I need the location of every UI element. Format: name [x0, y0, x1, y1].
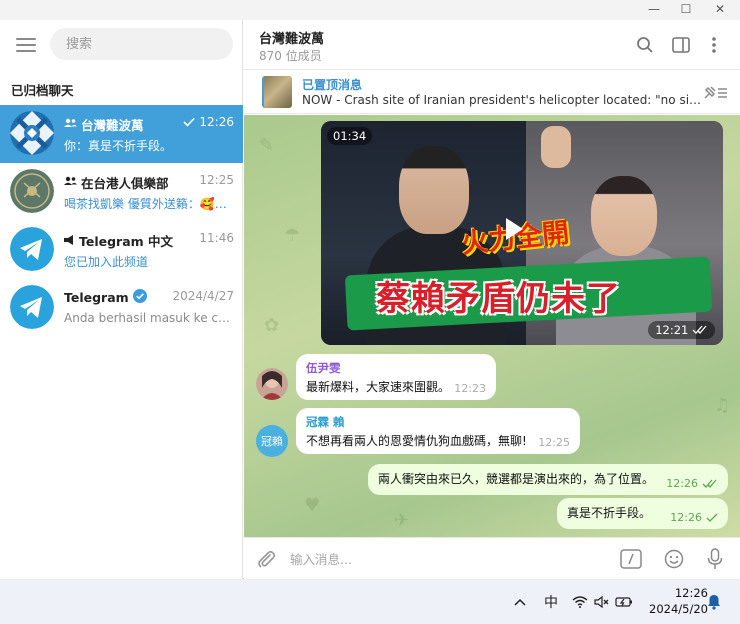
video-timestamp: 12:21 [648, 321, 715, 339]
emoji-icon[interactable] [662, 547, 686, 571]
chat-header[interactable]: 台灣難波萬 870 位成员 [244, 20, 740, 70]
outgoing-message-bubble[interactable]: 真是不折手段。 12:26 [557, 498, 728, 529]
system-clock[interactable]: 12:26 2024/5/20 [640, 585, 708, 617]
chat-title: 台灣難波萬 [259, 32, 325, 47]
doodle-icon: ☂ [284, 225, 301, 246]
message-sender[interactable]: 伍尹雯 [306, 360, 486, 376]
chat-item-telegram-zh[interactable]: Telegram 中文 11:46 您已加入此频道 [0, 221, 243, 279]
message-time: 12:26 [666, 477, 718, 490]
doodle-icon: ♥ [304, 495, 321, 516]
video-message[interactable]: 火力全開 蔡賴矛盾仍未了 01:34 12:21 [321, 121, 723, 345]
chat-preview: 喝茶找凱樂 優質外送籟：🥰gz... [64, 197, 234, 211]
pin-list-icon[interactable] [702, 83, 728, 101]
pinned-text: NOW - Crash site of Iranian president's … [302, 93, 702, 107]
chat-name: 台灣難波萬 [64, 115, 144, 134]
double-check-icon [692, 323, 708, 337]
outgoing-message-bubble[interactable]: 兩人衝突由來已久，競選都是演出來的，為了位置。 12:26 [368, 464, 728, 495]
message-sender[interactable]: 冠霖 賴 [306, 414, 570, 430]
chat-time: 11:46 [199, 231, 234, 245]
double-check-icon [702, 479, 717, 488]
megaphone-icon [64, 233, 75, 248]
chat-item-taiwan-nanbowan[interactable]: 台灣難波萬 12:26 你：真是不折手段。 [0, 105, 243, 163]
video-person [591, 176, 657, 256]
chat-item-hk-club[interactable]: 在台港人俱樂部 12:25 喝茶找凱樂 優質外送籟：🥰gz... [0, 163, 243, 221]
sidebar: 已归档聊天 台灣難波萬 12:26 [0, 20, 243, 579]
play-icon[interactable] [506, 218, 523, 240]
doodle-icon: ♫ [714, 395, 731, 416]
chat-name: Telegram [64, 289, 147, 306]
doodle-icon: ✿ [264, 315, 280, 336]
video-caption-main: 蔡賴矛盾仍未了 [376, 279, 621, 319]
telegram-logo-icon [10, 227, 54, 271]
chat-time: 12:25 [199, 173, 234, 187]
search-icon[interactable] [633, 33, 657, 57]
sender-avatar[interactable]: 冠賴 [256, 425, 288, 457]
pinned-title: 已置顶消息 [302, 78, 363, 92]
chat-item-telegram[interactable]: Telegram 2024/4/27 Anda berhasil masuk k… [0, 279, 243, 337]
battery-charging-icon[interactable] [614, 592, 634, 612]
search-input[interactable] [50, 28, 233, 60]
taskbar: 中 12:26 2024/5/20 [0, 580, 740, 624]
verified-badge-icon [132, 289, 147, 306]
window-titlebar: — ☐ ✕ [0, 0, 740, 20]
volume-muted-icon[interactable] [592, 592, 612, 612]
message-bubble[interactable]: 冠霖 賴 不想再看兩人的恩愛情仇狗血戲碼，無聊! 12:25 [296, 408, 580, 454]
chat-name: 在台港人俱樂部 [64, 173, 169, 192]
message-list[interactable]: ✎ ☂ ✿ ♫ ☀ ✈ ♥ 火力全開 蔡賴矛盾仍未了 01:34 [244, 115, 740, 537]
chat-avatar [10, 169, 54, 213]
message-bubble[interactable]: 伍尹雯 最新爆料，大家速來圍觀。 12:23 [296, 354, 496, 400]
group-icon [64, 176, 77, 189]
maximize-button[interactable]: ☐ [672, 0, 700, 18]
chat-preview: Anda berhasil masuk ke cap... [64, 311, 234, 325]
member-count: 870 位成员 [259, 49, 322, 63]
doodle-icon: ✈ [394, 510, 410, 531]
chat-time: 2024/4/27 [172, 289, 234, 303]
sender-avatar[interactable] [256, 368, 288, 400]
chat-avatar [10, 111, 54, 155]
clock-date: 2024/5/20 [649, 602, 708, 616]
bot-commands-icon[interactable] [619, 547, 643, 571]
close-button[interactable]: ✕ [706, 0, 734, 18]
doodle-icon: ✎ [259, 135, 275, 156]
message-input[interactable] [290, 548, 590, 570]
message-time: 12:23 [454, 382, 486, 395]
chat-name: Telegram 中文 [64, 231, 173, 250]
telegram-logo-icon [10, 285, 54, 329]
wifi-icon[interactable] [570, 592, 590, 612]
chat-preview: 你：真是不折手段。 [64, 139, 173, 153]
check-icon [706, 513, 718, 522]
more-options-icon[interactable] [702, 33, 726, 57]
message-time: 12:25 [538, 436, 570, 449]
pinned-thumbnail [262, 76, 292, 108]
microphone-icon[interactable] [703, 547, 727, 571]
video-duration: 01:34 [327, 127, 373, 145]
ime-indicator[interactable]: 中 [541, 592, 561, 612]
clock-time: 12:26 [674, 586, 708, 600]
telegram-window: 已归档聊天 台灣難波萬 12:26 [0, 20, 740, 579]
chat-preview: 您已加入此频道 [64, 255, 149, 269]
sidebar-toggle-icon[interactable] [669, 33, 693, 57]
attach-icon[interactable] [254, 547, 278, 571]
message-time: 12:26 [670, 511, 718, 524]
chevron-up-icon[interactable] [510, 592, 530, 612]
read-check-icon [183, 117, 195, 127]
notification-bell-icon[interactable] [704, 592, 724, 612]
pinned-message-bar[interactable]: 已置顶消息 NOW - Crash site of Iranian presid… [244, 70, 740, 114]
group-icon [64, 118, 77, 131]
menu-icon[interactable] [16, 38, 36, 52]
chat-time: 12:26 [183, 115, 234, 129]
chat-panel: 台灣難波萬 870 位成员 已置顶消息 NOW - Crash site of … [244, 20, 740, 579]
archived-chats-title: 已归档聊天 [11, 83, 74, 98]
message-text: 不想再看兩人的恩愛情仇狗血戲碼，無聊! [306, 434, 527, 448]
minimize-button[interactable]: — [640, 0, 668, 18]
message-composer [244, 537, 740, 579]
